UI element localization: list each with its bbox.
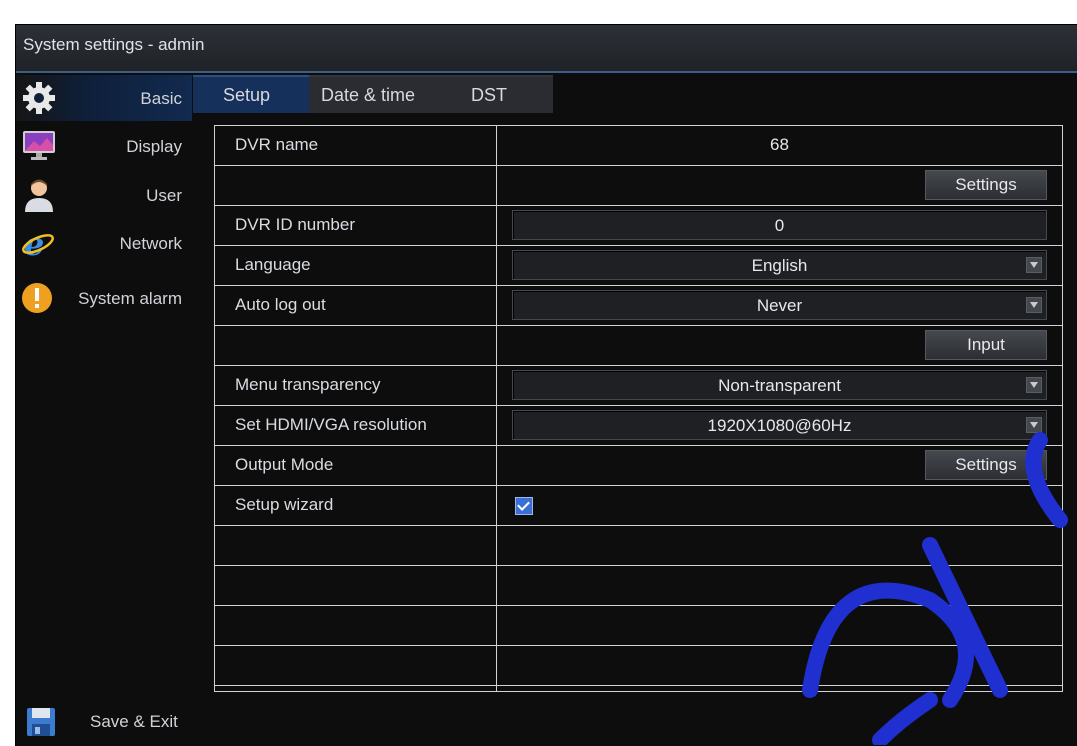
title-bar: System settings - admin [16, 25, 1077, 73]
table-row-dvr-id: DVR ID number 0 [215, 206, 1062, 246]
table-row [215, 526, 1062, 566]
sidebar-item-network[interactable]: e Network [16, 220, 192, 266]
output-mode-label: Output Mode [235, 455, 334, 474]
settings-window: System settings - admin Basic Display Us… [15, 24, 1077, 746]
tab-label: DST [471, 85, 507, 105]
tab-setup[interactable]: Setup [193, 75, 309, 113]
input-button[interactable]: Input [925, 330, 1047, 360]
menu-transparency-value: Non-transparent [718, 376, 841, 395]
dropdown-arrow-icon[interactable] [1026, 297, 1042, 313]
language-label: Language [235, 255, 311, 274]
resolution-value: 1920X1080@60Hz [707, 416, 852, 435]
dvr-id-field[interactable]: 0 [512, 210, 1047, 240]
language-value: English [751, 256, 808, 275]
user-icon [25, 179, 53, 212]
dropdown-arrow-icon[interactable] [1026, 257, 1042, 273]
table-row-setup-wizard: Setup wizard [215, 486, 1062, 526]
warning-icon [22, 283, 52, 313]
table-row: Settings [215, 166, 1062, 206]
tab-label: Setup [223, 85, 271, 105]
resolution-label: Set HDMI/VGA resolution [235, 415, 427, 434]
floppy-disk-icon [27, 708, 55, 736]
sidebar-item-display[interactable]: Display [16, 123, 192, 169]
table-row-auto-logout: Auto log out Never [215, 286, 1062, 326]
setup-wizard-label: Setup wizard [235, 495, 334, 514]
table-row [215, 606, 1062, 646]
sidebar-item-user[interactable]: User [16, 172, 192, 218]
dropdown-arrow-icon[interactable] [1026, 377, 1042, 393]
sidebar-item-label: System alarm [78, 289, 182, 308]
internet-explorer-icon: e [22, 226, 54, 260]
table-row-resolution: Set HDMI/VGA resolution 1920X1080@60Hz [215, 406, 1062, 446]
tab-label: Date & time [321, 85, 416, 105]
language-dropdown[interactable]: English [512, 250, 1047, 280]
resolution-dropdown[interactable]: 1920X1080@60Hz [512, 410, 1047, 440]
tab-bar: Setup Date & time DST [193, 75, 553, 113]
sidebar-item-label: User [146, 186, 182, 205]
output-mode-settings-button[interactable]: Settings [925, 450, 1047, 480]
settings-table: DVR name 68 Settings DVR ID number 0 Lan… [214, 125, 1063, 692]
sidebar-item-label: Network [119, 234, 182, 253]
sidebar-item-basic[interactable]: Basic [16, 75, 192, 121]
sidebar-item-label: Display [126, 137, 182, 156]
sidebar-item-system-alarm[interactable]: System alarm [16, 277, 192, 323]
table-row-language: Language English [215, 246, 1062, 286]
tab-date-time[interactable]: Date & time [309, 75, 441, 113]
table-row-output-mode: Output Mode Settings [215, 446, 1062, 486]
window-title: System settings - admin [23, 35, 205, 54]
table-row [215, 566, 1062, 606]
menu-transparency-label: Menu transparency [235, 375, 381, 394]
table-row: Input [215, 326, 1062, 366]
table-row [215, 646, 1062, 686]
auto-logout-dropdown[interactable]: Never [512, 290, 1047, 320]
dropdown-arrow-icon[interactable] [1026, 417, 1042, 433]
auto-logout-label: Auto log out [235, 295, 326, 314]
table-row-dvr-name: DVR name 68 [215, 126, 1062, 166]
monitor-icon [23, 131, 55, 160]
gear-icon [23, 82, 55, 114]
dvr-name-label: DVR name [235, 135, 319, 154]
setup-wizard-checkbox[interactable] [515, 497, 533, 515]
save-exit-button[interactable]: Save & Exit [16, 700, 216, 744]
dvr-id-value: 0 [774, 216, 785, 235]
tab-dst[interactable]: DST [441, 75, 553, 113]
dvr-id-label: DVR ID number [235, 215, 355, 234]
dvr-name-settings-button[interactable]: Settings [925, 170, 1047, 200]
table-row-menu-transparency: Menu transparency Non-transparent [215, 366, 1062, 406]
dvr-name-value[interactable]: 68 [497, 135, 1062, 155]
sidebar-item-label: Basic [140, 89, 182, 108]
save-exit-label: Save & Exit [90, 712, 178, 731]
auto-logout-value: Never [756, 296, 803, 315]
menu-transparency-dropdown[interactable]: Non-transparent [512, 370, 1047, 400]
